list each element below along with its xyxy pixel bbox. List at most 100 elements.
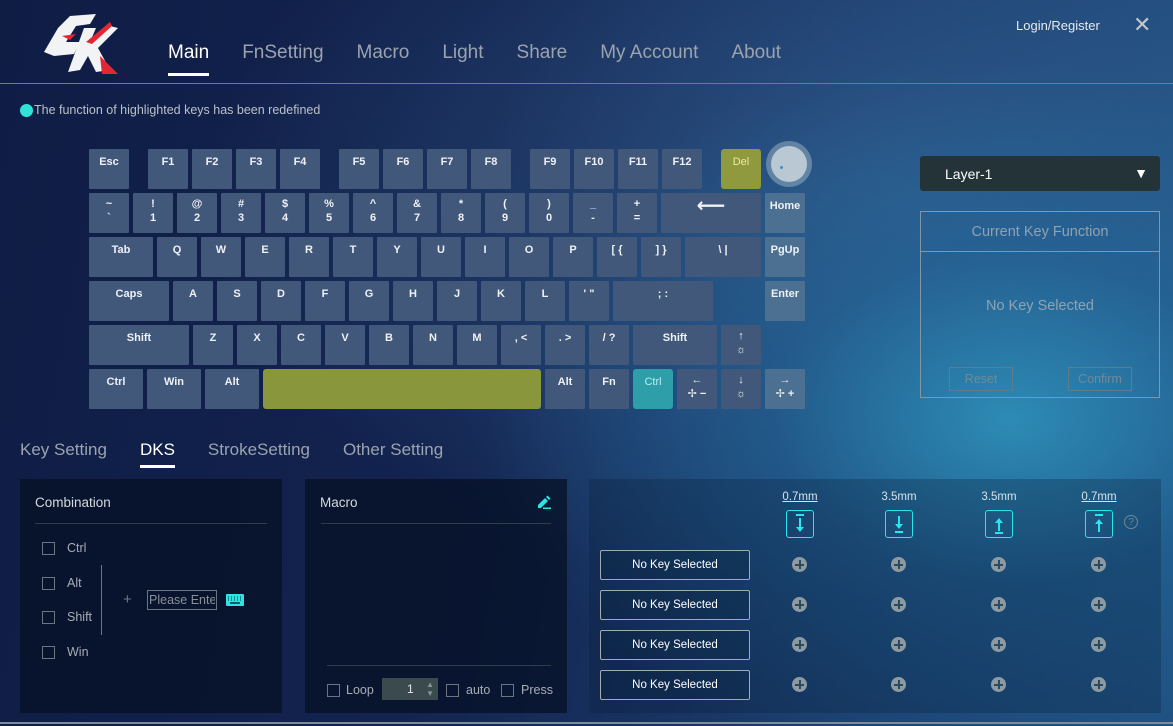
key-f[interactable]: F [305,281,345,321]
key-j[interactable]: J [437,281,477,321]
close-icon[interactable]: ✕ [1133,13,1151,37]
key-z[interactable]: Z [193,325,233,365]
key-del[interactable]: Del [721,149,761,189]
release-bottom-icon[interactable] [985,510,1013,538]
key-w[interactable]: W [201,237,241,277]
key-fn[interactable]: Fn [589,369,629,409]
loop-count-input[interactable]: 1 ▲ ▼ [382,678,438,700]
add-action-icon[interactable] [792,557,807,572]
key-a[interactable]: A [173,281,213,321]
press-checkbox[interactable]: Press [501,683,553,697]
auto-checkbox[interactable]: auto [446,683,490,697]
key-symbol[interactable]: / ? [589,325,629,365]
key-symbol[interactable]: ⟵ [661,193,761,233]
add-action-icon[interactable] [792,677,807,692]
tab-key-setting[interactable]: Key Setting [20,440,107,468]
key-symbol[interactable]: ↓ ☼ [721,369,761,409]
key-f6[interactable]: F6 [383,149,423,189]
add-action-icon[interactable] [991,637,1006,652]
key-g[interactable]: G [349,281,389,321]
add-action-icon[interactable] [1091,557,1106,572]
key-symbol[interactable]: ← ✢ − [677,369,717,409]
nav-about[interactable]: About [731,42,781,76]
key-symbol[interactable]: _ - [573,193,613,233]
key-o[interactable]: O [509,237,549,277]
key-f11[interactable]: F11 [618,149,658,189]
reset-button[interactable]: Reset [949,367,1013,391]
tab-stroke-setting[interactable]: StrokeSetting [208,440,310,468]
spinner-arrows-icon[interactable]: ▲ ▼ [426,680,434,698]
key-symbol[interactable]: $4 [265,193,305,233]
modifier-shift-checkbox[interactable]: Shift [42,610,92,624]
key-alt[interactable]: Alt [205,369,259,409]
confirm-button[interactable]: Confirm [1068,367,1132,391]
key-symbol[interactable]: \ | [685,237,761,277]
key-u[interactable]: U [421,237,461,277]
add-action-icon[interactable] [1091,637,1106,652]
key-tab[interactable]: Tab [89,237,153,277]
add-action-icon[interactable] [1091,677,1106,692]
key-m[interactable]: M [457,325,497,365]
key-f8[interactable]: F8 [471,149,511,189]
dks-key-select-button[interactable]: No Key Selected [600,630,750,660]
key-symbol[interactable]: (9 [485,193,525,233]
key-ctrl[interactable]: Ctrl [633,369,673,409]
key-d[interactable]: D [261,281,301,321]
key-b[interactable]: B [369,325,409,365]
edit-pencil-icon[interactable] [536,495,551,509]
tab-other-setting[interactable]: Other Setting [343,440,443,468]
key-alt[interactable]: Alt [545,369,585,409]
key-n[interactable]: N [413,325,453,365]
loop-checkbox[interactable]: Loop [327,683,374,697]
key-symbol[interactable]: [ { [597,237,637,277]
tab-dks[interactable]: DKS [139,440,175,468]
key-symbol[interactable]: . > [545,325,585,365]
travel-distance-1[interactable]: 0.7mm [775,491,825,503]
press-bottom-icon[interactable] [885,510,913,538]
key-h[interactable]: H [393,281,433,321]
add-action-icon[interactable] [991,677,1006,692]
key-symbol[interactable]: ^ 6 [353,193,393,233]
key-symbol[interactable]: , < [501,325,541,365]
dks-key-select-button[interactable]: No Key Selected [600,670,750,700]
help-icon[interactable]: ? [1124,515,1138,529]
nav-main[interactable]: Main [168,42,210,76]
nav-share[interactable]: Share [517,42,568,76]
key-f9[interactable]: F9 [530,149,570,189]
press-start-icon[interactable] [786,510,814,538]
nav-my-account[interactable]: My Account [600,42,698,76]
key-s[interactable]: S [217,281,257,321]
key-symbol[interactable]: @2 [177,193,217,233]
travel-distance-4[interactable]: 0.7mm [1074,491,1124,503]
key-symbol[interactable]: → ✢ + [765,369,805,409]
key-f1[interactable]: F1 [148,149,188,189]
key-c[interactable]: C [281,325,321,365]
key-i[interactable]: I [465,237,505,277]
key-f2[interactable]: F2 [192,149,232,189]
key-r[interactable]: R [289,237,329,277]
key-q[interactable]: Q [157,237,197,277]
key-symbol[interactable]: * 8 [441,193,481,233]
key-symbol[interactable]: + = [617,193,657,233]
key-symbol[interactable]: #3 [221,193,261,233]
key-f12[interactable]: F12 [662,149,702,189]
modifier-win-checkbox[interactable]: Win [42,645,89,659]
add-action-icon[interactable] [891,637,906,652]
key-symbol[interactable]: % 5 [309,193,349,233]
modifier-alt-checkbox[interactable]: Alt [42,576,82,590]
add-action-icon[interactable] [891,677,906,692]
release-top-icon[interactable] [1085,510,1113,538]
key-x[interactable]: X [237,325,277,365]
add-action-icon[interactable] [792,637,807,652]
key-esc[interactable]: Esc [89,149,129,189]
dks-key-select-button[interactable]: No Key Selected [600,590,750,620]
dks-key-select-button[interactable]: No Key Selected [600,550,750,580]
key-k[interactable]: K [481,281,521,321]
key-symbol[interactable]: ! 1 [133,193,173,233]
key-f4[interactable]: F4 [280,149,320,189]
key-e[interactable]: E [245,237,285,277]
nav-fnsetting[interactable]: FnSetting [242,42,323,76]
key-f3[interactable]: F3 [236,149,276,189]
combination-key-input[interactable] [147,590,217,610]
add-action-icon[interactable] [891,597,906,612]
